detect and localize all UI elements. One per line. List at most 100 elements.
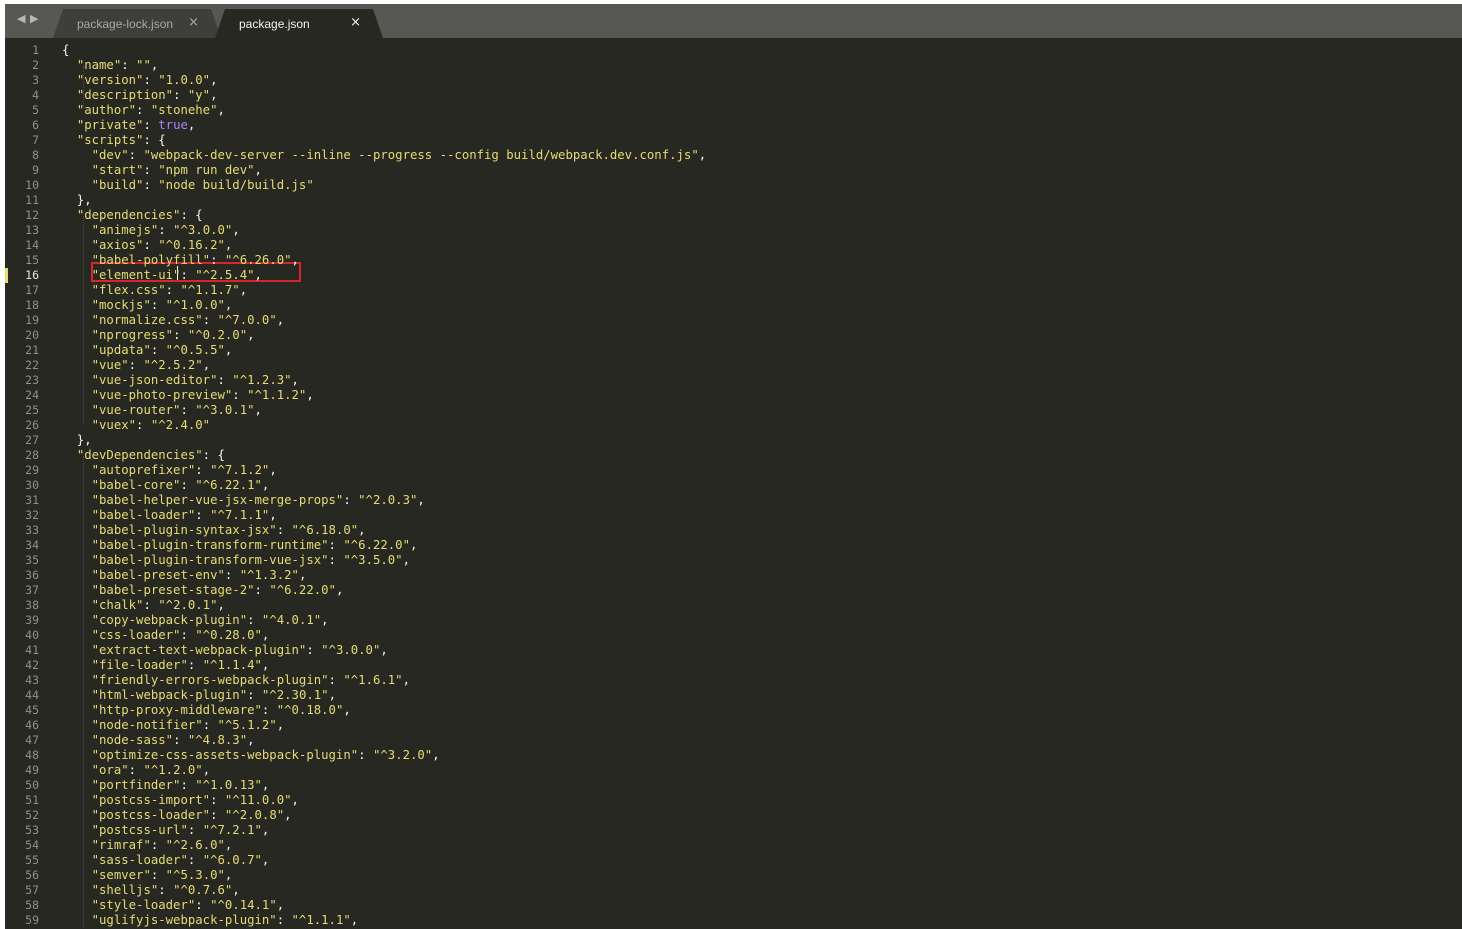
code-line: "vue": "^2.5.2",: [62, 358, 210, 373]
code-token: "extract-text-webpack-plugin": [91, 643, 307, 657]
code-line: "shelljs": "^0.7.6",: [62, 883, 240, 898]
code-line: "vuex": "^2.4.0": [62, 418, 210, 433]
code-line: "babel-preset-env": "^1.3.2",: [62, 568, 307, 583]
code-token: "^0.7.6": [173, 883, 233, 897]
code-token: "babel-polyfill": [91, 253, 211, 267]
code-token: "dependencies": [76, 208, 181, 222]
code-token: "^3.0.1": [195, 403, 255, 417]
code-line: "build": "node build/build.js": [62, 178, 314, 193]
code-token: "^3.0.0": [321, 643, 381, 657]
code-line: "copy-webpack-plugin": "^4.0.1",: [62, 613, 329, 628]
code-token: "^7.2.1": [202, 823, 262, 837]
line-number: 1: [32, 43, 39, 57]
close-icon[interactable]: ×: [350, 15, 361, 30]
editor-window: ◀ ▶ package-lock.json × package.json × 1…: [5, 4, 1462, 929]
code-token: : {: [143, 133, 166, 147]
code-token: "babel-plugin-syntax-jsx": [91, 523, 277, 537]
code-token: "^6.26.0": [224, 253, 292, 267]
code-token: "axios": [91, 238, 144, 252]
back-arrow-icon[interactable]: ◀: [17, 12, 25, 26]
line-number: 2: [32, 58, 39, 72]
code-line: "animejs": "^3.0.0",: [62, 223, 240, 238]
code-token: "babel-loader": [91, 508, 196, 522]
code-token: "^7.0.0": [217, 313, 277, 327]
tab-package-json[interactable]: package.json ×: [215, 9, 383, 38]
code-token: "babel-preset-env": [91, 568, 225, 582]
code-line: "friendly-errors-webpack-plugin": "^1.6.…: [62, 673, 410, 688]
code-line: "extract-text-webpack-plugin": "^3.0.0",: [62, 643, 388, 658]
close-icon[interactable]: ×: [188, 15, 199, 30]
code-token: ,: [335, 583, 344, 597]
line-number: 24: [25, 388, 39, 402]
code-token: "^2.30.1": [261, 688, 329, 702]
line-number: 17: [25, 283, 39, 297]
line-number: 57: [25, 883, 39, 897]
code-line: "version": "1.0.0",: [62, 73, 218, 88]
code-token: :: [180, 778, 196, 792]
code-editor[interactable]: { "name": "", "version": "1.0.0", "descr…: [62, 38, 1462, 929]
code-token: ,: [306, 388, 314, 402]
code-token: ,: [261, 658, 270, 672]
code-token: true: [158, 118, 188, 132]
code-token: "dev": [91, 148, 129, 162]
code-line: "postcss-loader": "^2.0.8",: [62, 808, 292, 823]
code-token: "^1.1.4": [202, 658, 262, 672]
code-token: },: [62, 433, 92, 447]
line-number: 41: [25, 643, 39, 657]
code-token: :: [150, 868, 166, 882]
code-token: "^5.1.2": [217, 718, 277, 732]
forward-arrow-icon[interactable]: ▶: [30, 12, 38, 26]
code-token: "autoprefixer": [91, 463, 196, 477]
code-line: {: [62, 43, 69, 58]
line-number: 12: [25, 208, 39, 222]
code-token: ,: [276, 313, 285, 327]
code-token: :: [158, 883, 174, 897]
code-token: "node build/build.js": [158, 178, 314, 192]
code-token: :: [143, 163, 159, 177]
code-token: ,: [410, 538, 418, 552]
code-token: "babel-plugin-transform-runtime": [91, 538, 329, 552]
code-token: "vue-photo-preview": [91, 388, 233, 402]
tab-package-lock-json[interactable]: package-lock.json ×: [53, 9, 221, 38]
code-token: ,: [210, 73, 218, 87]
code-token: "^1.3.2": [239, 568, 299, 582]
code-token: ,: [232, 883, 240, 897]
code-token: "postcss-loader": [91, 808, 211, 822]
code-token: "vue-json-editor": [91, 373, 218, 387]
line-number: 36: [25, 568, 39, 582]
code-token: ,: [261, 778, 270, 792]
code-token: :: [143, 73, 159, 87]
code-token: "^3.5.0": [343, 553, 403, 567]
line-number: 50: [25, 778, 39, 792]
code-token: "description": [76, 88, 174, 102]
code-token: "vue-router": [91, 403, 181, 417]
code-token: "babel-preset-stage-2": [91, 583, 255, 597]
line-number: 43: [25, 673, 39, 687]
code-token: "": [136, 58, 151, 72]
code-line: "dev": "webpack-dev-server --inline --pr…: [62, 148, 707, 163]
code-line: },: [62, 193, 92, 208]
code-token: "^1.2.3": [232, 373, 292, 387]
code-token: "node-notifier": [91, 718, 203, 732]
code-token: "sass-loader": [91, 853, 188, 867]
code-line: "portfinder": "^1.0.13",: [62, 778, 270, 793]
code-token: ,: [232, 223, 240, 237]
line-number: 32: [25, 508, 39, 522]
code-line: "description": "y",: [62, 88, 218, 103]
code-line: "semver": "^5.3.0",: [62, 868, 233, 883]
code-token: ,: [276, 898, 285, 912]
code-token: "npm run dev": [158, 163, 255, 177]
line-number: 7: [32, 133, 39, 147]
code-token: :: [276, 913, 292, 927]
code-token: :: [187, 853, 203, 867]
